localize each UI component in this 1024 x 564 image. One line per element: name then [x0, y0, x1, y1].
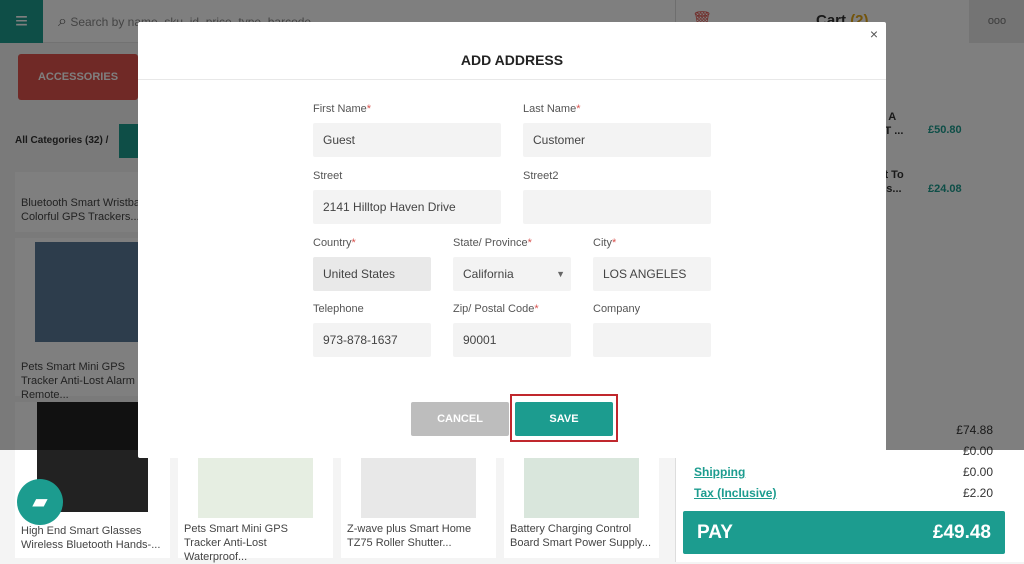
product-image [524, 456, 639, 518]
street-label: Street [313, 170, 343, 182]
city-label: City* [593, 237, 617, 249]
street2-label: Street2 [523, 170, 559, 182]
close-icon[interactable]: × [870, 26, 878, 42]
company-input[interactable] [593, 323, 711, 357]
company-label: Company [593, 303, 641, 315]
first_name-input[interactable]: Guest [313, 123, 501, 157]
chat-button[interactable]: ▰ [17, 479, 63, 525]
pay-button[interactable]: PAY £49.48 [683, 511, 1005, 554]
last_name-label: Last Name* [523, 103, 581, 115]
state-select[interactable]: California ▼ [453, 257, 571, 291]
modal-title: ADD ADDRESS [460, 52, 564, 68]
city-input[interactable]: LOS ANGELES [593, 257, 711, 291]
first_name-label: First Name* [313, 103, 372, 115]
product-image [198, 456, 313, 518]
divider [138, 79, 886, 80]
save-button[interactable]: SAVE [515, 402, 613, 436]
telephone-label: Telephone [313, 303, 364, 315]
street-input[interactable]: 2141 Hilltop Haven Drive [313, 190, 501, 224]
product-card[interactable]: Pets Smart Mini GPS Tracker Anti-Lost Wa… [178, 452, 333, 563]
tax-value: £2.20 [962, 486, 993, 500]
cancel-button[interactable]: CANCEL [411, 402, 509, 436]
zip-input[interactable]: 90001 [453, 323, 571, 357]
product-image [361, 456, 476, 518]
chevron-down-icon: ▼ [556, 269, 565, 279]
chat-icon: ▰ [32, 491, 48, 513]
product-card[interactable]: Z-wave plus Smart Home TZ75 Roller Shutt… [341, 452, 496, 558]
zip-label: Zip/ Postal Code* [453, 303, 539, 315]
street2-input[interactable] [523, 190, 711, 224]
shipping-link[interactable]: Shipping [694, 465, 745, 479]
product-card[interactable]: Battery Charging Control Board Smart Pow… [504, 452, 659, 558]
telephone-input[interactable]: 973-878-1637 [313, 323, 431, 357]
state-label: State/ Province* [453, 237, 532, 249]
country-input[interactable]: United States [313, 257, 431, 291]
country-label: Country* [313, 237, 356, 249]
shipping-value: £0.00 [962, 465, 993, 479]
last_name-input[interactable]: Customer [523, 123, 711, 157]
tax-link[interactable]: Tax (Inclusive) [694, 486, 776, 500]
